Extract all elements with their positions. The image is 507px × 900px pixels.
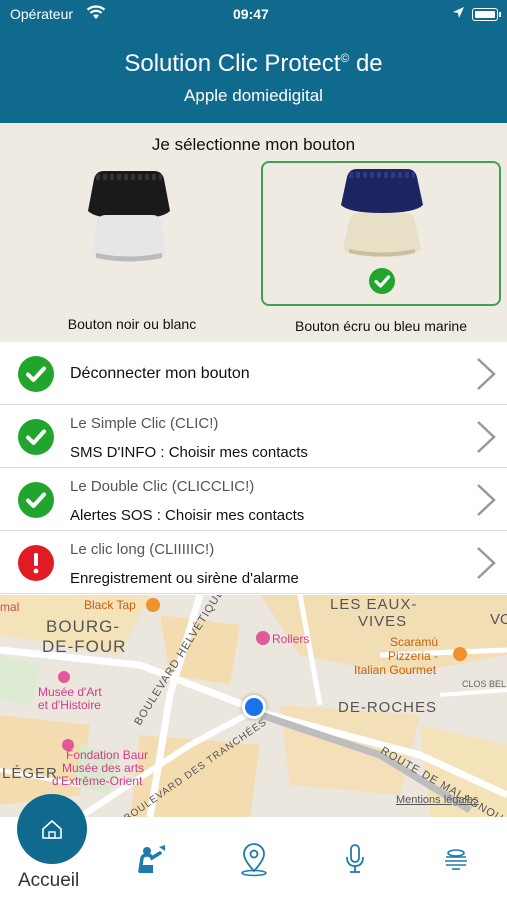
pink-pin-icon xyxy=(256,631,270,645)
option-black-white[interactable]: Bouton noir ou blanc xyxy=(12,161,252,332)
map-label: LES EAUX- xyxy=(330,596,418,613)
restaurant-pin-icon xyxy=(453,647,467,661)
check-circle-icon xyxy=(18,482,54,518)
map-label: BOURG- xyxy=(46,617,120,636)
chevron-right-icon xyxy=(477,484,496,516)
map-label: DE-ROCHES xyxy=(338,699,438,716)
tab-microphone[interactable] xyxy=(337,841,373,877)
tab-siren[interactable] xyxy=(438,841,474,877)
option-label: Bouton écru ou bleu marine xyxy=(295,318,467,334)
check-circle-icon xyxy=(18,356,54,392)
alert-circle-icon xyxy=(18,545,54,581)
map-label: Italian Gourmet xyxy=(354,663,437,677)
button-ecru-navy-image xyxy=(341,169,423,257)
map-label: Pizzeria - xyxy=(388,649,439,663)
app-header: Solution Clic Protect© de Apple domiedig… xyxy=(0,28,507,123)
wifi-icon xyxy=(86,5,106,19)
tab-home-label: Accueil xyxy=(18,870,80,891)
location-arrow-icon xyxy=(453,7,464,18)
header-subtitle: Apple domiedigital xyxy=(184,86,323,105)
map-label: VO xyxy=(490,611,507,628)
selector-title: Je sélectionne mon bouton xyxy=(151,135,356,154)
clock: 09:47 xyxy=(233,6,269,22)
list-item-subtitle: Enregistrement ou sirène d'alarme xyxy=(70,570,299,587)
list-item-title: Le Simple Clic (CLIC!) xyxy=(70,415,219,432)
list-item-clic-long[interactable]: Le clic long (CLIIIIIC!) Enregistrement … xyxy=(0,532,507,594)
list-item-title: Le Double Clic (CLICCLIC!) xyxy=(70,478,255,495)
map-label: DE-FOUR xyxy=(42,637,127,656)
map-label: LÉGER xyxy=(2,765,58,782)
button-black-white-image xyxy=(88,171,170,262)
home-icon xyxy=(42,820,62,839)
chevron-right-icon xyxy=(477,547,496,579)
map-label: Fondation Baur xyxy=(66,748,149,762)
map-label: Musée d'Art xyxy=(38,685,102,699)
tab-bar: Accueil xyxy=(0,794,507,900)
list-item-subtitle: Alertes SOS : Choisir mes contacts xyxy=(70,507,305,524)
status-bar: Opérateur 09:47 xyxy=(0,0,507,28)
list-item-subtitle: SMS D'INFO : Choisir mes contacts xyxy=(70,444,308,461)
restaurant-pin-icon xyxy=(146,598,160,612)
map-view[interactable]: BOURG- DE-FOUR LES EAUX- VIVES DE-ROCHES… xyxy=(0,595,507,817)
header-title: Solution Clic Protect© de xyxy=(124,50,383,77)
legal-link[interactable]: Mentions légales xyxy=(396,794,479,806)
battery-icon xyxy=(472,8,501,21)
map-label: mal xyxy=(0,600,20,614)
list-item-label: Déconnecter mon bouton xyxy=(70,365,250,382)
map-label: Scaramù xyxy=(390,635,439,649)
check-circle-icon xyxy=(18,419,54,455)
home-button[interactable] xyxy=(17,794,87,864)
option-label: Bouton noir ou blanc xyxy=(67,316,197,332)
carrier-name: Opérateur xyxy=(10,6,74,22)
button-selector: Je sélectionne mon bouton Bouton noir ou… xyxy=(0,123,507,342)
map-label: CLOS BEL xyxy=(462,679,507,689)
map-label: Musée des arts xyxy=(62,761,145,775)
list-item-title: Le clic long (CLIIIIIC!) xyxy=(70,541,215,558)
list-item-simple-clic[interactable]: Le Simple Clic (CLIC!) SMS D'INFO : Choi… xyxy=(0,406,507,468)
map-label: et d'Histoire xyxy=(38,698,101,712)
tab-person-whistle[interactable] xyxy=(134,841,170,877)
chevron-right-icon xyxy=(477,421,496,453)
map-label: Black Tap xyxy=(84,598,136,612)
list-item-double-clic[interactable]: Le Double Clic (CLICCLIC!) Alertes SOS :… xyxy=(0,469,507,531)
selected-check-icon xyxy=(369,268,395,294)
map-label: Rollers xyxy=(272,632,310,646)
chevron-right-icon xyxy=(477,358,496,390)
museum-pin-icon xyxy=(58,671,70,683)
current-location-marker xyxy=(242,695,266,719)
list-item-disconnect[interactable]: Déconnecter mon bouton xyxy=(0,343,507,405)
map-label: d'Extrême-Orient xyxy=(52,774,143,788)
option-ecru-navy[interactable]: Bouton écru ou bleu marine xyxy=(261,161,501,334)
map-label: VIVES xyxy=(358,613,408,630)
tab-location-pin[interactable] xyxy=(236,841,272,877)
